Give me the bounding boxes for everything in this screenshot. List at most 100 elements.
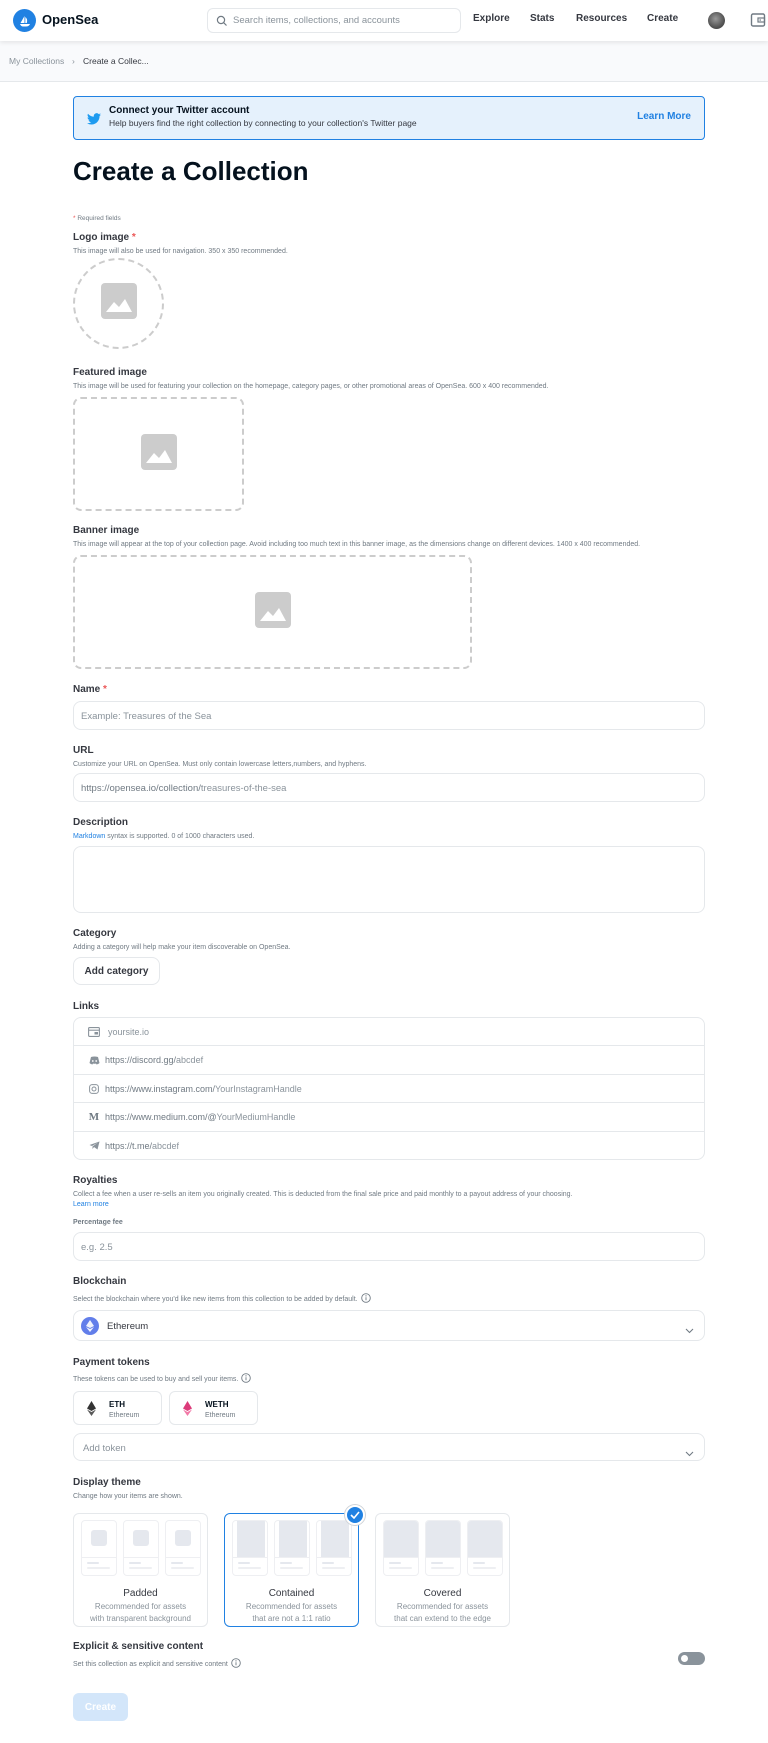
payment-tokens-label: Payment tokens <box>73 1357 150 1368</box>
link-telegram-input[interactable]: https://t.me/abcdef <box>74 1132 704 1160</box>
display-theme-label: Display theme <box>73 1477 141 1488</box>
description-textarea[interactable] <box>73 846 705 913</box>
theme-title: Padded <box>123 1588 158 1599</box>
description-hint: Markdown syntax is supported. 0 of 1000 … <box>73 833 254 840</box>
selected-check-icon <box>345 1505 365 1525</box>
royalties-hint: Collect a fee when a user re-sells an it… <box>73 1191 573 1198</box>
fee-placeholder: e.g. 2.5 <box>81 1242 113 1253</box>
brand-name[interactable]: OpenSea <box>42 12 98 27</box>
name-label-text: Name <box>73 684 101 695</box>
theme-description: Recommended for assets that are not a 1:1… <box>245 1602 338 1623</box>
link-text: yoursite.io <box>108 1027 150 1037</box>
breadcrumb-my-collections[interactable]: My Collections <box>9 56 64 66</box>
page-title: Create a Collection <box>73 156 309 186</box>
ethereum-icon <box>81 1317 99 1335</box>
logo-image-hint: This image will also be used for navigat… <box>73 248 288 255</box>
theme-option-padded[interactable]: Padded Recommended for assets with transp… <box>73 1513 208 1627</box>
royalties-label: Royalties <box>73 1175 118 1186</box>
description-label: Description <box>73 817 129 828</box>
links-group: yoursite.io https://discord.gg/abcdef ht… <box>73 1017 705 1160</box>
logo-image-upload[interactable] <box>73 258 164 349</box>
image-placeholder-icon <box>140 433 177 475</box>
required-star: * <box>131 232 136 243</box>
add-token-select[interactable]: Add token <box>73 1433 705 1461</box>
theme-option-contained[interactable]: Contained Recommended for assets that are… <box>224 1513 359 1627</box>
theme-preview-tile <box>467 1520 503 1576</box>
nav-create[interactable]: Create <box>647 13 678 24</box>
url-input[interactable]: https://opensea.io/collection/treasures-… <box>73 773 705 802</box>
featured-image-label: Featured image <box>73 367 147 378</box>
learn-more-link[interactable]: Learn more <box>73 1201 109 1208</box>
nav-explore[interactable]: Explore <box>473 13 510 24</box>
required-note-text: Required fields <box>75 215 121 222</box>
blockchain-hint: Select the blockchain where you'd like n… <box>73 1293 371 1305</box>
theme-preview-tile <box>123 1520 159 1576</box>
markdown-link[interactable]: Markdown <box>73 833 105 840</box>
toggle-knob <box>681 1655 688 1662</box>
search-bar[interactable] <box>207 8 461 33</box>
telegram-icon <box>88 1140 100 1152</box>
opensea-logo-icon[interactable] <box>13 9 36 32</box>
theme-preview-tile <box>165 1520 201 1576</box>
medium-icon: M <box>88 1111 100 1124</box>
theme-preview-tile <box>425 1520 461 1576</box>
twitter-icon <box>87 112 101 130</box>
required-fields-note: * Required fields <box>73 215 121 222</box>
explicit-hint-text: Set this collection as explicit and sens… <box>73 1660 228 1668</box>
featured-image-hint: This image will be used for featuring yo… <box>73 383 549 390</box>
theme-preview-tile <box>232 1520 268 1576</box>
token-symbol: WETH <box>205 1400 229 1409</box>
breadcrumb-current: Create a Collec... <box>83 56 149 66</box>
info-icon[interactable] <box>360 1293 371 1305</box>
featured-image-upload[interactable] <box>73 397 244 511</box>
twitter-banner-subtitle: Help buyers find the right collection by… <box>109 118 417 128</box>
url-placeholder: treasures-of-the-sea <box>200 783 287 794</box>
link-website-input[interactable]: yoursite.io <box>74 1018 704 1047</box>
twitter-connect-banner: Connect your Twitter account Help buyers… <box>73 96 705 140</box>
info-icon[interactable] <box>241 1373 252 1385</box>
royalties-learn-more-link[interactable]: Learn more <box>73 1201 109 1208</box>
theme-option-covered[interactable]: Covered Recommended for assets that can e… <box>375 1513 510 1627</box>
avatar[interactable] <box>708 12 725 29</box>
banner-image-upload[interactable] <box>73 555 472 669</box>
breadcrumb-separator: › <box>72 56 75 66</box>
link-discord-input[interactable]: https://discord.gg/abcdef <box>74 1046 704 1075</box>
link-text: https://www.instagram.com/YourInstagramH… <box>105 1083 302 1094</box>
percentage-fee-input[interactable]: e.g. 2.5 <box>73 1232 705 1261</box>
required-star: * <box>103 684 107 695</box>
blockchain-hint-text: Select the blockchain where you'd like n… <box>73 1295 358 1303</box>
discord-icon <box>88 1054 100 1066</box>
blockchain-label: Blockchain <box>73 1276 127 1287</box>
theme-preview-tile <box>274 1520 310 1576</box>
chevron-down-icon <box>685 1444 694 1462</box>
search-input[interactable] <box>233 9 453 32</box>
theme-description: Recommended for assets that can extend to… <box>394 1602 491 1623</box>
add-category-button[interactable]: Add category <box>73 957 160 985</box>
weth-icon <box>183 1401 192 1421</box>
twitter-banner-title: Connect your Twitter account <box>109 105 250 116</box>
name-placeholder: Example: Treasures of the Sea <box>81 711 212 722</box>
breadcrumb: My Collections › Create a Collec... <box>0 41 768 82</box>
category-label: Category <box>73 928 117 939</box>
wallet-icon[interactable] <box>750 12 766 33</box>
add-token-placeholder: Add token <box>83 1443 126 1454</box>
blockchain-select[interactable]: Ethereum <box>73 1310 705 1341</box>
name-input[interactable]: Example: Treasures of the Sea <box>73 701 705 730</box>
info-icon[interactable] <box>231 1658 241 1670</box>
learn-more-link[interactable]: Learn More <box>637 111 691 122</box>
theme-title: Covered <box>423 1588 462 1599</box>
instagram-icon <box>88 1083 100 1095</box>
description-hint-text: syntax is supported. 0 of 1000 character… <box>105 833 255 840</box>
explicit-content-hint: Set this collection as explicit and sens… <box>73 1658 241 1670</box>
search-icon <box>216 14 228 32</box>
create-button[interactable]: Create <box>73 1693 128 1721</box>
theme-title: Contained <box>268 1588 315 1599</box>
image-placeholder-icon <box>100 283 137 324</box>
banner-image-label: Banner image <box>73 525 140 536</box>
link-instagram-input[interactable]: https://www.instagram.com/YourInstagramH… <box>74 1075 704 1104</box>
nav-resources[interactable]: Resources <box>576 13 627 24</box>
url-prefix: https://opensea.io/collection/ <box>81 783 201 794</box>
nav-stats[interactable]: Stats <box>530 13 554 24</box>
link-medium-input[interactable]: M https://www.medium.com/@YourMediumHand… <box>74 1103 704 1132</box>
explicit-content-toggle[interactable] <box>678 1652 705 1665</box>
